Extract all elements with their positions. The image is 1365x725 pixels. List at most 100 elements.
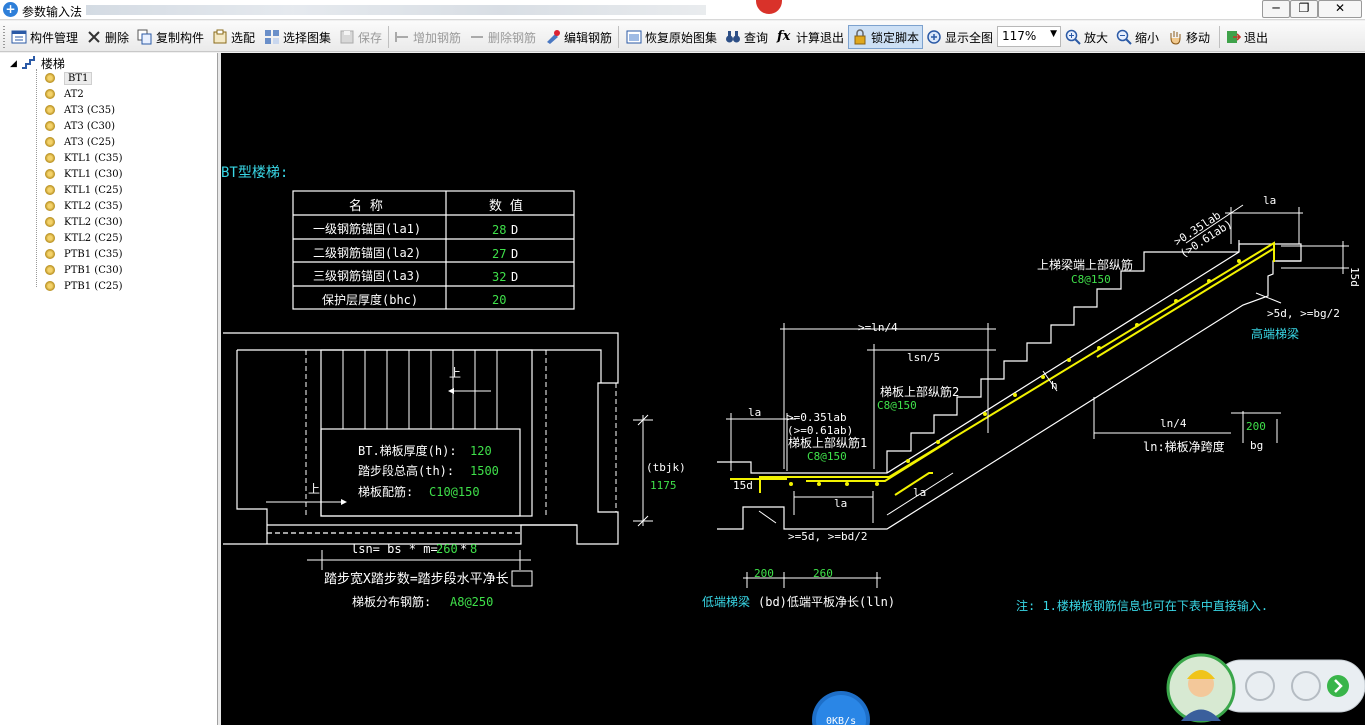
- component-manage-button[interactable]: 构件管理: [11, 26, 78, 48]
- zoom-select[interactable]: 117% ▼: [997, 26, 1061, 47]
- plan-rebar-value[interactable]: C10@150: [429, 485, 480, 499]
- bg-value[interactable]: 200: [1246, 420, 1266, 433]
- component-node-icon: [45, 105, 55, 115]
- lsn-bs-value[interactable]: 260: [436, 542, 458, 556]
- table-row-value[interactable]: 32: [492, 270, 506, 284]
- restore-atlas-label: 恢复原始图集: [645, 30, 718, 45]
- tree-item[interactable]: AT3 (C35): [45, 102, 115, 118]
- tree-item[interactable]: AT2: [45, 86, 84, 102]
- dist-rebar-value[interactable]: A8@250: [450, 595, 493, 609]
- table-row-value[interactable]: 20: [492, 293, 506, 307]
- table-row-name: 保护层厚度(bhc): [322, 292, 418, 307]
- lsn-formula: lsn= bs * m=: [351, 542, 438, 556]
- minimize-button[interactable]: ─: [1262, 0, 1290, 18]
- delete-button[interactable]: 删除: [86, 26, 129, 48]
- binoculars-icon: [725, 29, 741, 45]
- tree-item[interactable]: PTB1 (C35): [45, 246, 122, 262]
- bd-value[interactable]: 200: [754, 567, 774, 580]
- tree-item[interactable]: KTL1 (C35): [45, 150, 123, 166]
- save-label: 保存: [358, 30, 383, 45]
- rebar-dot: [1174, 299, 1178, 303]
- label-bd: (bd): [758, 595, 787, 609]
- component-node-icon: [45, 73, 55, 83]
- close-button[interactable]: ✕: [1318, 0, 1362, 18]
- maximize-button[interactable]: ❐: [1290, 0, 1318, 18]
- lock-icon: [852, 29, 868, 45]
- select-atlas-button[interactable]: 选择图集: [264, 26, 331, 48]
- table-row-unit: D: [511, 270, 518, 284]
- lln-value[interactable]: 260: [813, 567, 833, 580]
- tree-item[interactable]: KTL1 (C25): [45, 182, 123, 198]
- table-row-value[interactable]: 27: [492, 247, 506, 261]
- tree-item[interactable]: KTL2 (C25): [45, 230, 123, 246]
- save-button[interactable]: 保存: [339, 26, 382, 48]
- up-arrow-label: 上: [449, 366, 461, 380]
- copy-component-button[interactable]: 复制构件: [137, 26, 204, 48]
- add-rebar-button[interactable]: 增加钢筋: [394, 26, 461, 48]
- rebar-dot: [1097, 346, 1101, 350]
- tree-item-label: KTL2 (C25): [64, 232, 123, 244]
- toolbar: 构件管理 删除 复制构件 选配 选择图集 保存 增加钢筋 删除钢筋 编辑钢筋 恢…: [0, 21, 1365, 52]
- tree-item[interactable]: PTB1 (C25): [45, 278, 122, 294]
- show-all-button[interactable]: 显示全图: [926, 26, 993, 48]
- tree-item[interactable]: AT3 (C30): [45, 118, 115, 134]
- exit-button[interactable]: 退出: [1225, 26, 1268, 48]
- table-row-value[interactable]: 28: [492, 223, 506, 237]
- upper1-rebar-value[interactable]: C8@150: [807, 450, 847, 463]
- component-node-icon: [45, 217, 55, 227]
- assistant-widget[interactable]: [1165, 652, 1365, 725]
- component-manage-label: 构件管理: [30, 30, 79, 45]
- label-la-left: la: [748, 406, 761, 419]
- drawing-canvas[interactable]: BT型楼梯: 名 称 数 值 一级钢筋锚固(la1) 28 D 二级钢筋锚固(l…: [221, 53, 1365, 725]
- select-config-button[interactable]: 选配: [212, 26, 255, 48]
- delete-rebar-button[interactable]: 删除钢筋: [469, 26, 536, 48]
- lsn-m-value[interactable]: 8: [470, 542, 477, 556]
- label-la: la: [1263, 194, 1276, 207]
- lsn-caption: 踏步宽X踏步数=踏步段水平净长: [324, 571, 509, 587]
- component-manage-icon: [11, 29, 27, 45]
- zoom-out-button[interactable]: 缩小: [1116, 26, 1159, 48]
- plan-thickness-value[interactable]: 120: [470, 444, 492, 458]
- tree-item[interactable]: AT3 (C25): [45, 134, 115, 150]
- plan-thickness-label: BT.梯板厚度(h):: [358, 443, 457, 458]
- delete-icon: [86, 29, 102, 45]
- move-button[interactable]: 移动: [1167, 26, 1210, 48]
- top-beam-rebar-value[interactable]: C8@150: [1071, 273, 1111, 286]
- zoom-in-button[interactable]: 放大: [1065, 26, 1108, 48]
- tree-item[interactable]: KTL2 (C35): [45, 198, 123, 214]
- tree-item-label: PTB1 (C25): [64, 280, 123, 292]
- label-15d-top: 15d: [1348, 267, 1361, 287]
- component-node-icon: [45, 185, 55, 195]
- label-ln4: ln/4: [1160, 417, 1187, 430]
- component-node-icon: [45, 201, 55, 211]
- restore-atlas-button[interactable]: 恢复原始图集: [626, 26, 717, 48]
- plan-height-value[interactable]: 1500: [470, 464, 499, 478]
- move-label: 移动: [1186, 30, 1211, 45]
- window-title: 参数输入法: [22, 5, 83, 19]
- label-5d-top: >5d, >=bg/2: [1267, 307, 1340, 320]
- add-rebar-label: 增加钢筋: [413, 30, 462, 45]
- rebar-dot: [789, 482, 793, 486]
- tree-item[interactable]: KTL2 (C30): [45, 214, 123, 230]
- stair-section: [717, 240, 1302, 530]
- query-button[interactable]: 查询: [725, 26, 768, 48]
- collapse-icon[interactable]: ◢: [10, 59, 17, 69]
- rebar-dot: [845, 482, 849, 486]
- lock-script-button[interactable]: 锁定脚本: [848, 25, 924, 49]
- edit-rebar-icon: [545, 29, 561, 45]
- label-lln: 低端平板净长(lln): [787, 595, 895, 609]
- edit-rebar-button[interactable]: 编辑钢筋: [545, 26, 612, 48]
- tbjk-value[interactable]: 1175: [650, 479, 677, 492]
- tree-item-label: AT2: [64, 88, 84, 100]
- zoom-value: 117%: [1002, 29, 1037, 43]
- label-high-beam: 高端梯梁: [1251, 326, 1299, 341]
- tree-item[interactable]: BT1: [45, 70, 93, 86]
- component-node-icon: [45, 89, 55, 99]
- upper2-rebar-value[interactable]: C8@150: [877, 399, 917, 412]
- tree-item[interactable]: KTL1 (C30): [45, 166, 123, 182]
- delete-rebar-label: 删除钢筋: [488, 30, 537, 45]
- calc-exit-button[interactable]: fx 计算退出: [777, 26, 844, 48]
- tree-item[interactable]: PTB1 (C30): [45, 262, 122, 278]
- component-node-icon: [45, 233, 55, 243]
- rebar-dot: [906, 459, 910, 463]
